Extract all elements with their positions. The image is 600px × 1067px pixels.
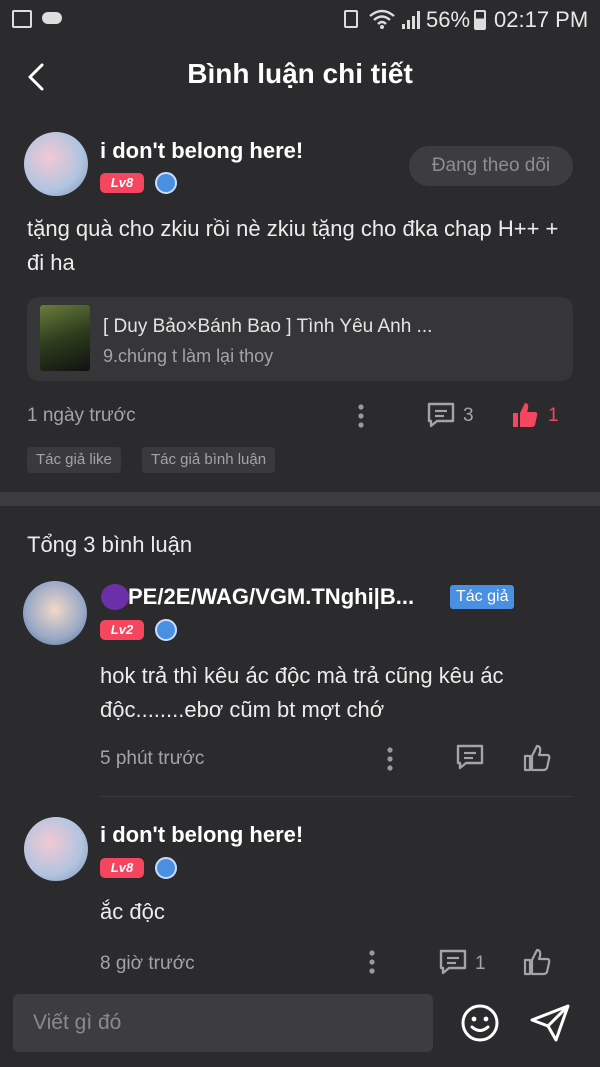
comment-item: i don't belong here! Lv8 ắc độc 8 giờ tr… bbox=[0, 815, 600, 985]
comment-input[interactable] bbox=[13, 994, 433, 1052]
section-divider bbox=[0, 492, 600, 506]
input-bar bbox=[0, 982, 600, 1067]
comment-time: 8 giờ trước bbox=[100, 953, 195, 974]
more-options-icon[interactable] bbox=[364, 949, 380, 975]
total-comments-label: Tổng 3 bình luận bbox=[27, 532, 193, 557]
comment-content: hok trả thì kêu ác độc mà trả cũng kêu á… bbox=[100, 663, 504, 722]
signal-icon bbox=[402, 11, 420, 29]
battery-saver-icon bbox=[344, 10, 358, 28]
reply-icon[interactable] bbox=[455, 743, 485, 771]
author-commented-tag: Tác giả bình luận bbox=[142, 447, 276, 473]
comment-time: 5 phút trước bbox=[100, 748, 205, 769]
wifi-icon bbox=[369, 9, 395, 29]
cloud-icon bbox=[42, 12, 62, 24]
level-badge: Lv8 bbox=[100, 858, 144, 878]
verified-shield-icon bbox=[155, 172, 177, 194]
level-badge: Lv8 bbox=[100, 173, 144, 193]
like-outline-icon[interactable] bbox=[522, 947, 552, 977]
reply-count: 1 bbox=[475, 953, 486, 974]
level-badge: Lv2 bbox=[100, 620, 144, 640]
linked-story-card[interactable]: [ Duy Bảo×Bánh Bao ] Tình Yêu Anh ... 9.… bbox=[27, 297, 573, 381]
clock: 02:17 PM bbox=[494, 7, 589, 32]
comment-content: ắc độc bbox=[100, 899, 165, 924]
battery-icon bbox=[474, 10, 486, 30]
story-title: [ Duy Bảo×Bánh Bao ] Tình Yêu Anh ... bbox=[103, 316, 433, 337]
like-count: 1 bbox=[548, 405, 559, 426]
more-options-icon[interactable] bbox=[382, 746, 398, 772]
status-bar: 56% 02:17 PM bbox=[0, 0, 600, 40]
more-options-icon[interactable] bbox=[353, 403, 369, 429]
comment-username[interactable]: i don't belong here! bbox=[100, 822, 303, 848]
image-icon bbox=[12, 10, 32, 28]
page-title: Bình luận chi tiết bbox=[187, 58, 413, 89]
following-button[interactable]: Đang theo dõi bbox=[409, 146, 573, 186]
verified-shield-icon bbox=[155, 619, 177, 641]
send-icon[interactable] bbox=[528, 1002, 572, 1044]
story-cover-image bbox=[40, 305, 90, 371]
comment-divider bbox=[100, 796, 573, 797]
verified-shield-icon bbox=[155, 857, 177, 879]
like-outline-icon[interactable] bbox=[522, 743, 552, 773]
avatar[interactable] bbox=[24, 817, 88, 881]
author-badge: Tác giả bbox=[450, 585, 515, 609]
devil-emoji-icon bbox=[101, 584, 129, 610]
post-username[interactable]: i don't belong here! bbox=[100, 138, 303, 164]
post-time: 1 ngày trước bbox=[27, 405, 136, 426]
story-chapter: 9.chúng t làm lại thoy bbox=[103, 346, 274, 366]
avatar[interactable] bbox=[23, 581, 87, 645]
battery-percent: 56% bbox=[426, 7, 471, 32]
comment-username[interactable]: PE/2E/WAG/VGM.TNghi|B... bbox=[128, 584, 414, 610]
author-liked-tag: Tác giả like bbox=[27, 447, 121, 473]
emoji-icon[interactable] bbox=[459, 1002, 501, 1044]
post-content: tặng quà cho zkiu rồi nè zkiu tặng cho đ… bbox=[27, 216, 559, 275]
reply-icon[interactable] bbox=[438, 948, 468, 976]
comment-item: PE/2E/WAG/VGM.TNghi|B... Tác giả Lv2 hok… bbox=[0, 575, 600, 797]
avatar[interactable] bbox=[24, 132, 88, 196]
comment-icon[interactable] bbox=[426, 401, 456, 429]
comment-count: 3 bbox=[463, 405, 474, 426]
like-icon[interactable] bbox=[510, 400, 540, 430]
